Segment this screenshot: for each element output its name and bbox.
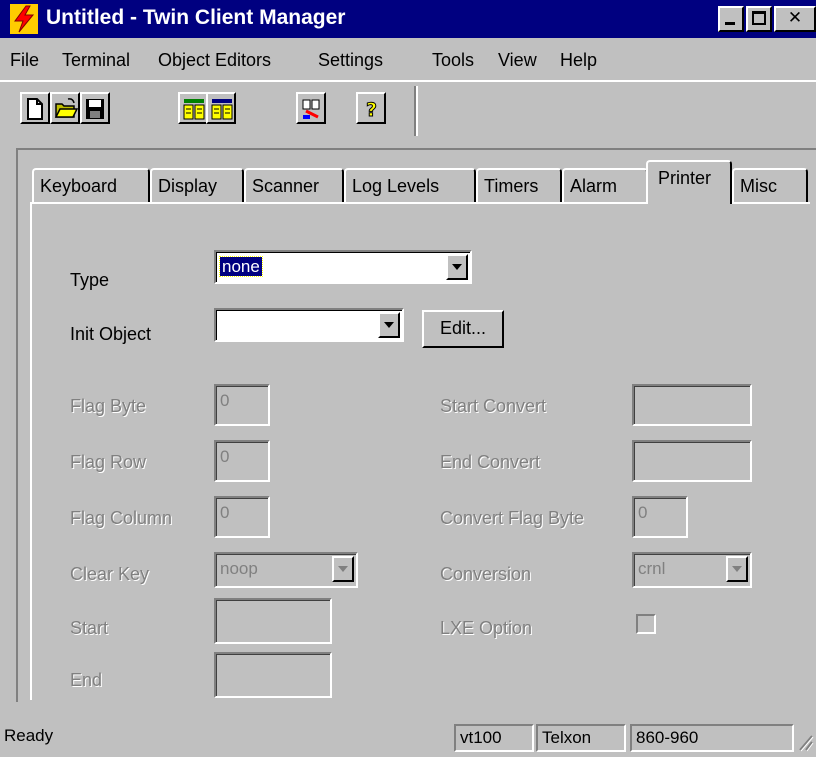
toolbar-end-separator [414, 86, 418, 136]
lxe-option-checkbox[interactable] [636, 614, 656, 634]
conversion-label: Conversion [440, 564, 532, 584]
size-grip-icon[interactable] [796, 730, 814, 752]
edit-button[interactable]: Edit... [422, 310, 504, 348]
conversion-value: crnl [638, 559, 666, 578]
conversion-select[interactable]: crnl [632, 552, 752, 588]
flag-row-field[interactable]: 0 [214, 440, 270, 482]
chevron-down-icon[interactable] [378, 312, 400, 338]
start-field[interactable] [214, 598, 332, 644]
save-disk-icon[interactable] [80, 92, 110, 124]
type-select-value: none [219, 256, 263, 277]
menu-settings[interactable]: Settings [318, 50, 383, 71]
init-object-select[interactable] [214, 308, 404, 342]
flag-row-label: Flag Row [70, 452, 147, 472]
end-label: End [70, 670, 103, 690]
tab-display[interactable]: Display [150, 168, 244, 202]
minimize-icon[interactable] [718, 6, 744, 32]
menu-bar: File Terminal Object Editors Settings To… [0, 40, 816, 80]
flag-column-label: Flag Column [70, 508, 173, 528]
close-icon[interactable]: ✕ [774, 6, 816, 32]
clear-key-select[interactable]: noop [214, 552, 358, 588]
end-convert-field[interactable] [632, 440, 752, 482]
tab-log-levels[interactable]: Log Levels [344, 168, 476, 202]
menu-tools[interactable]: Tools [432, 50, 474, 71]
title-bar[interactable]: Untitled - Twin Client Manager ✕ [0, 0, 816, 38]
lightning-bolt-icon[interactable] [10, 4, 38, 34]
help-icon[interactable]: ? [356, 92, 386, 124]
flag-byte-field[interactable]: 0 [214, 384, 270, 426]
tab-misc[interactable]: Misc [732, 168, 808, 202]
flag-byte-label: Flag Byte [70, 396, 147, 416]
start-convert-field[interactable] [632, 384, 752, 426]
tab-keyboard[interactable]: Keyboard [32, 168, 150, 202]
clear-key-label: Clear Key [70, 564, 150, 584]
download-icon[interactable] [296, 92, 326, 124]
object-editor-2-icon[interactable] [206, 92, 236, 124]
clear-key-value: noop [220, 559, 258, 578]
status-message: Ready [4, 726, 54, 745]
svg-text:?: ? [366, 99, 377, 121]
status-terminal: vt100 [454, 724, 534, 752]
chevron-down-icon[interactable] [726, 556, 748, 582]
end-convert-label: End Convert [440, 452, 541, 472]
start-label: Start [70, 618, 109, 638]
window-title: Untitled - Twin Client Manager [46, 6, 346, 29]
menu-help[interactable]: Help [560, 50, 597, 71]
convert-flag-byte-label: Convert Flag Byte [440, 508, 585, 528]
tab-printer[interactable]: Printer [646, 160, 732, 204]
toolbar-separator [0, 80, 816, 82]
maximize-icon[interactable] [746, 6, 772, 32]
status-vendor: Telxon [536, 724, 626, 752]
menu-view[interactable]: View [498, 50, 537, 71]
menu-object-editors[interactable]: Object Editors [158, 50, 271, 71]
tab-timers[interactable]: Timers [476, 168, 562, 202]
object-editor-1-icon[interactable] [178, 92, 208, 124]
type-label: Type [70, 270, 110, 290]
lxe-option-label: LXE Option [440, 618, 533, 638]
status-model: 860-960 [630, 724, 794, 752]
init-object-label: Init Object [70, 324, 152, 344]
tab-alarm[interactable]: Alarm [562, 168, 648, 202]
convert-flag-byte-field[interactable]: 0 [632, 496, 688, 538]
new-document-icon[interactable] [20, 92, 50, 124]
type-select[interactable]: none [214, 250, 472, 284]
menu-file[interactable]: File [10, 50, 39, 71]
menu-terminal[interactable]: Terminal [62, 50, 130, 71]
end-field[interactable] [214, 652, 332, 698]
chevron-down-icon[interactable] [332, 556, 354, 582]
tab-scanner[interactable]: Scanner [244, 168, 344, 202]
chevron-down-icon[interactable] [446, 254, 468, 280]
flag-column-field[interactable]: 0 [214, 496, 270, 538]
start-convert-label: Start Convert [440, 396, 547, 416]
open-folder-icon[interactable] [50, 92, 80, 124]
